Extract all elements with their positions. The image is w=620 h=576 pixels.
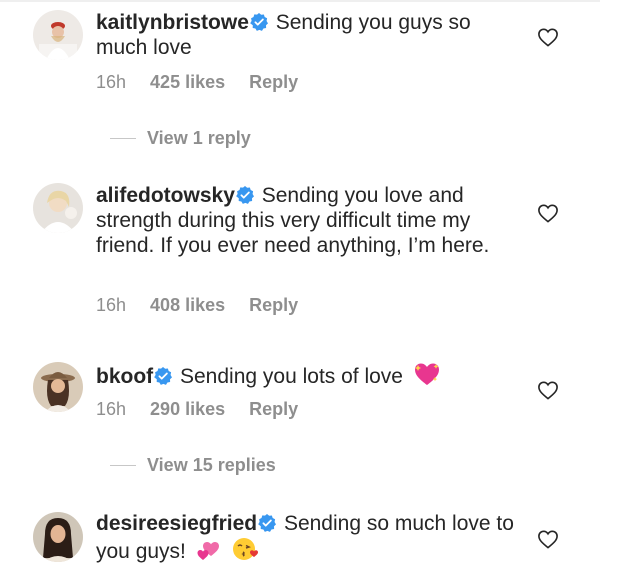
like-heart-icon[interactable]: [537, 203, 559, 228]
reply-button[interactable]: Reply: [249, 295, 298, 316]
comment-meta: 16h 290 likes Reply: [96, 399, 298, 420]
comment-body: kaitlynbristowe Sending you guys so much…: [96, 10, 516, 60]
replies-divider-line: [110, 464, 136, 466]
verified-badge-icon: [258, 514, 277, 532]
username[interactable]: kaitlynbristowe: [96, 11, 249, 34]
top-divider: [0, 0, 600, 2]
reply-button[interactable]: Reply: [249, 399, 298, 420]
username[interactable]: alifedotowsky: [96, 184, 235, 207]
comment-body: alifedotowsky Sending you love and stren…: [96, 183, 516, 258]
view-replies-button[interactable]: View 15 replies: [110, 453, 276, 477]
avatar[interactable]: [33, 10, 83, 60]
like-heart-icon[interactable]: [537, 27, 559, 52]
avatar[interactable]: [33, 183, 83, 233]
verified-badge-icon: [236, 186, 254, 204]
face-blowing-kiss-emoji: [232, 538, 258, 560]
comment-time: 16h: [96, 72, 127, 92]
comment-text: Sending you lots of love: [180, 365, 403, 388]
view-replies-label: View 1 reply: [147, 127, 251, 148]
view-replies-label: View 15 replies: [147, 454, 276, 475]
replies-divider-line: [110, 137, 136, 139]
username[interactable]: bkoof: [96, 365, 153, 388]
verified-badge-icon: [154, 367, 173, 385]
comment-meta: 16h 408 likes Reply: [96, 295, 298, 316]
comment-body: desireesiegfried Sending so much love to…: [96, 511, 516, 564]
like-heart-icon[interactable]: [537, 529, 559, 554]
two-hearts-emoji: [197, 542, 219, 560]
view-replies-button[interactable]: View 1 reply: [110, 126, 251, 150]
like-heart-icon[interactable]: [537, 380, 559, 405]
comment-body: bkoof Sending you lots of love: [96, 361, 516, 389]
avatar[interactable]: [33, 362, 83, 412]
sparkling-heart-emoji: [414, 363, 439, 385]
comment-meta: 16h 425 likes Reply: [96, 72, 298, 93]
username[interactable]: desireesiegfried: [96, 512, 257, 535]
comment-likes[interactable]: 290 likes: [150, 399, 225, 420]
reply-button[interactable]: Reply: [249, 72, 298, 93]
comment-likes[interactable]: 425 likes: [150, 72, 225, 93]
comment-likes[interactable]: 408 likes: [150, 295, 225, 316]
verified-badge-icon: [250, 13, 268, 31]
comment-time: 16h: [96, 399, 127, 419]
comment-time: 16h: [96, 295, 127, 315]
avatar[interactable]: [33, 512, 83, 562]
